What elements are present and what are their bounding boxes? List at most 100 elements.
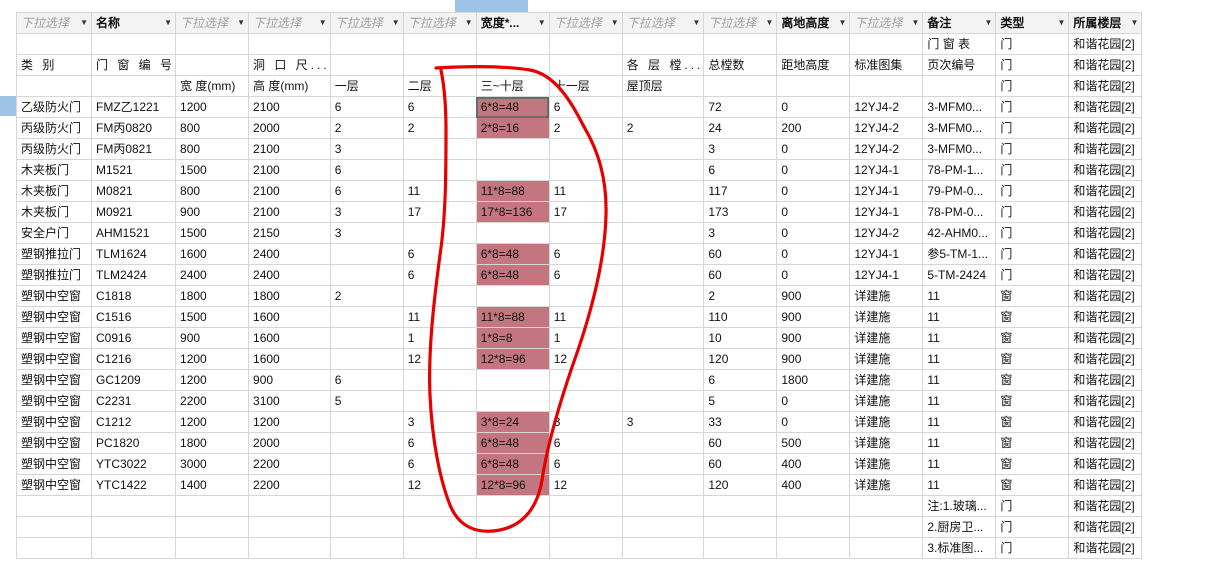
table-cell[interactable] xyxy=(402,222,477,244)
table-cell[interactable]: 3-MFM0... xyxy=(922,117,997,139)
table-cell[interactable]: 6*8=48 xyxy=(475,432,550,454)
table-cell[interactable] xyxy=(329,495,404,517)
table-cell[interactable] xyxy=(849,33,924,55)
table-cell[interactable]: 12YJ4-1 xyxy=(849,243,924,265)
filter-dropdown-cell[interactable]: 下拉选择 ▼ xyxy=(16,12,92,34)
table-cell[interactable]: 6 xyxy=(329,96,404,118)
table-cell[interactable] xyxy=(849,516,924,538)
table-cell[interactable]: C1212 xyxy=(90,411,177,433)
table-cell[interactable]: 3000 xyxy=(175,453,250,475)
table-cell[interactable]: 17 xyxy=(548,201,623,223)
table-cell[interactable]: 1200 xyxy=(248,411,331,433)
table-cell[interactable]: 6 xyxy=(329,159,404,181)
table-cell[interactable]: 2150 xyxy=(248,222,331,244)
table-cell[interactable]: 总樘数 xyxy=(703,54,778,76)
table-cell[interactable]: 塑钢中空窗 xyxy=(16,285,92,307)
table-cell[interactable]: 400 xyxy=(776,474,851,496)
table-cell[interactable] xyxy=(703,537,778,559)
table-cell[interactable]: 门 xyxy=(995,180,1070,202)
table-cell[interactable]: 3 xyxy=(703,138,778,160)
table-cell[interactable] xyxy=(776,33,851,55)
table-cell[interactable] xyxy=(703,495,778,517)
table-cell[interactable] xyxy=(621,453,705,475)
table-cell[interactable]: 十一层 xyxy=(548,75,623,97)
table-cell[interactable]: 11*8=88 xyxy=(475,180,550,202)
table-cell[interactable]: 3 xyxy=(329,222,404,244)
table-cell[interactable]: 距地高度 xyxy=(776,54,851,76)
table-cell[interactable] xyxy=(776,495,851,517)
table-cell[interactable]: AHM1521 xyxy=(90,222,177,244)
table-cell[interactable]: 800 xyxy=(175,117,250,139)
filter-dropdown-cell[interactable]: 下拉选择 ▼ xyxy=(703,12,778,34)
dropdown-arrow-icon[interactable]: ▼ xyxy=(611,14,619,33)
table-cell[interactable]: 门 xyxy=(995,159,1070,181)
table-cell[interactable] xyxy=(548,222,623,244)
table-cell[interactable]: 和谐花园[2] xyxy=(1068,180,1143,202)
filter-dropdown-cell[interactable]: 备注 ▼ xyxy=(922,12,997,34)
table-cell[interactable]: 2400 xyxy=(248,264,331,286)
dropdown-arrow-icon[interactable]: ▼ xyxy=(465,14,473,33)
table-cell[interactable] xyxy=(90,495,177,517)
table-cell[interactable]: 1800 xyxy=(175,285,250,307)
table-cell[interactable]: 二层 xyxy=(402,75,477,97)
table-cell[interactable]: 12*8=96 xyxy=(475,348,550,370)
table-cell[interactable]: 详建施 xyxy=(849,390,924,412)
table-cell[interactable]: 0 xyxy=(776,201,851,223)
table-cell[interactable]: 和谐花园[2] xyxy=(1068,243,1143,265)
table-cell[interactable] xyxy=(548,33,623,55)
table-cell[interactable]: 6 xyxy=(548,96,623,118)
table-cell[interactable]: 1500 xyxy=(175,159,250,181)
table-cell[interactable]: 1200 xyxy=(175,369,250,391)
table-cell[interactable]: 窗 xyxy=(995,432,1070,454)
dropdown-arrow-icon[interactable]: ▼ xyxy=(538,14,546,33)
table-cell[interactable]: 900 xyxy=(776,327,851,349)
table-cell[interactable]: 11 xyxy=(548,306,623,328)
table-cell[interactable]: 11 xyxy=(548,180,623,202)
table-cell[interactable]: 木夹板门 xyxy=(16,159,92,181)
filter-dropdown-cell[interactable]: 下拉选择 ▼ xyxy=(548,12,623,34)
table-cell[interactable]: 和谐花园[2] xyxy=(1068,33,1143,55)
table-cell[interactable]: TLM2424 xyxy=(90,264,177,286)
table-cell[interactable]: 3 xyxy=(621,411,705,433)
dropdown-arrow-icon[interactable]: ▼ xyxy=(984,14,992,33)
table-cell[interactable]: 11 xyxy=(922,327,997,349)
table-cell[interactable] xyxy=(16,495,92,517)
table-cell[interactable]: 1600 xyxy=(175,243,250,265)
table-cell[interactable]: 详建施 xyxy=(849,306,924,328)
table-cell[interactable]: 和谐花园[2] xyxy=(1068,390,1143,412)
table-cell[interactable]: M0821 xyxy=(90,180,177,202)
table-cell[interactable]: 3*8=24 xyxy=(475,411,550,433)
table-cell[interactable]: 17*8=136 xyxy=(475,201,550,223)
table-cell[interactable]: 17 xyxy=(402,201,477,223)
table-cell[interactable]: 塑钢推拉门 xyxy=(16,243,92,265)
table-cell[interactable]: 2 xyxy=(548,117,623,139)
table-cell[interactable]: 900 xyxy=(776,348,851,370)
table-cell[interactable]: 6 xyxy=(548,453,623,475)
table-cell[interactable] xyxy=(548,537,623,559)
table-cell[interactable]: 11 xyxy=(922,306,997,328)
table-cell[interactable] xyxy=(475,138,550,160)
table-cell[interactable] xyxy=(402,159,477,181)
table-cell[interactable] xyxy=(703,516,778,538)
table-cell[interactable] xyxy=(548,495,623,517)
table-cell[interactable]: 2400 xyxy=(248,243,331,265)
table-cell[interactable]: 3 xyxy=(329,201,404,223)
dropdown-arrow-icon[interactable]: ▼ xyxy=(911,14,919,33)
table-cell[interactable]: 1800 xyxy=(175,432,250,454)
table-cell[interactable]: 3 xyxy=(703,222,778,244)
table-cell[interactable]: 2100 xyxy=(248,159,331,181)
table-cell[interactable]: 门 xyxy=(995,537,1070,559)
table-cell[interactable]: 2100 xyxy=(248,138,331,160)
table-cell[interactable]: 和谐花园[2] xyxy=(1068,159,1143,181)
table-cell[interactable]: M0921 xyxy=(90,201,177,223)
table-cell[interactable]: 6*8=48 xyxy=(475,243,550,265)
table-cell[interactable]: 6 xyxy=(402,264,477,286)
table-cell[interactable]: 5-TM-2424 xyxy=(922,264,997,286)
table-cell[interactable] xyxy=(402,285,477,307)
table-cell[interactable]: 120 xyxy=(703,348,778,370)
table-cell[interactable] xyxy=(175,537,250,559)
table-cell[interactable]: 11*8=88 xyxy=(475,306,550,328)
table-cell[interactable]: 和谐花园[2] xyxy=(1068,96,1143,118)
table-cell[interactable]: 2000 xyxy=(248,117,331,139)
dropdown-arrow-icon[interactable]: ▼ xyxy=(392,14,400,33)
